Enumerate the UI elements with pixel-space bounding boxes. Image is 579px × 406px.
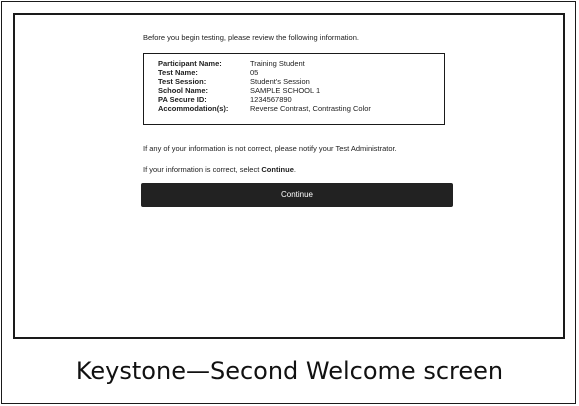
school-name-value: SAMPLE SCHOOL 1 [250, 86, 321, 95]
correct-info-prefix: If your information is correct, select [143, 165, 262, 174]
correct-info-suffix: . [293, 165, 296, 174]
welcome-screen: Before you begin testing, please review … [13, 13, 565, 339]
test-name-label: Test Name: [158, 68, 198, 77]
info-row-test-session: Test Session: Student's Session [158, 77, 444, 86]
secure-id-label: PA Secure ID: [158, 95, 207, 104]
info-row-secure-id: PA Secure ID: 1234567890 [158, 95, 444, 104]
test-session-value: Student's Session [250, 77, 310, 86]
accommodations-label: Accommodation(s): [158, 104, 229, 113]
test-name-value: 05 [250, 68, 259, 77]
correct-info-continue-word: Continue [261, 165, 294, 174]
info-row-school-name: School Name: SAMPLE SCHOOL 1 [158, 86, 444, 95]
continue-button[interactable]: Continue [141, 183, 453, 207]
secure-id-value: 1234567890 [250, 95, 292, 104]
figure-caption: Keystone—Second Welcome screen [75, 357, 504, 385]
intro-text: Before you begin testing, please review … [143, 33, 359, 42]
participant-name-value: Training Student [250, 59, 305, 68]
info-row-test-name: Test Name: 05 [158, 68, 444, 77]
incorrect-info-notice: If any of your information is not correc… [143, 144, 397, 153]
participant-name-label: Participant Name: [158, 59, 222, 68]
school-name-label: School Name: [158, 86, 209, 95]
participant-info-box: Participant Name: Training Student Test … [143, 53, 445, 125]
accommodations-value: Reverse Contrast, Contrasting Color [250, 104, 371, 113]
correct-info-instruction: If your information is correct, select C… [143, 165, 296, 174]
info-row-accommodations: Accommodation(s): Reverse Contrast, Cont… [158, 104, 444, 113]
test-session-label: Test Session: [158, 77, 207, 86]
info-row-participant-name: Participant Name: Training Student [158, 59, 444, 68]
